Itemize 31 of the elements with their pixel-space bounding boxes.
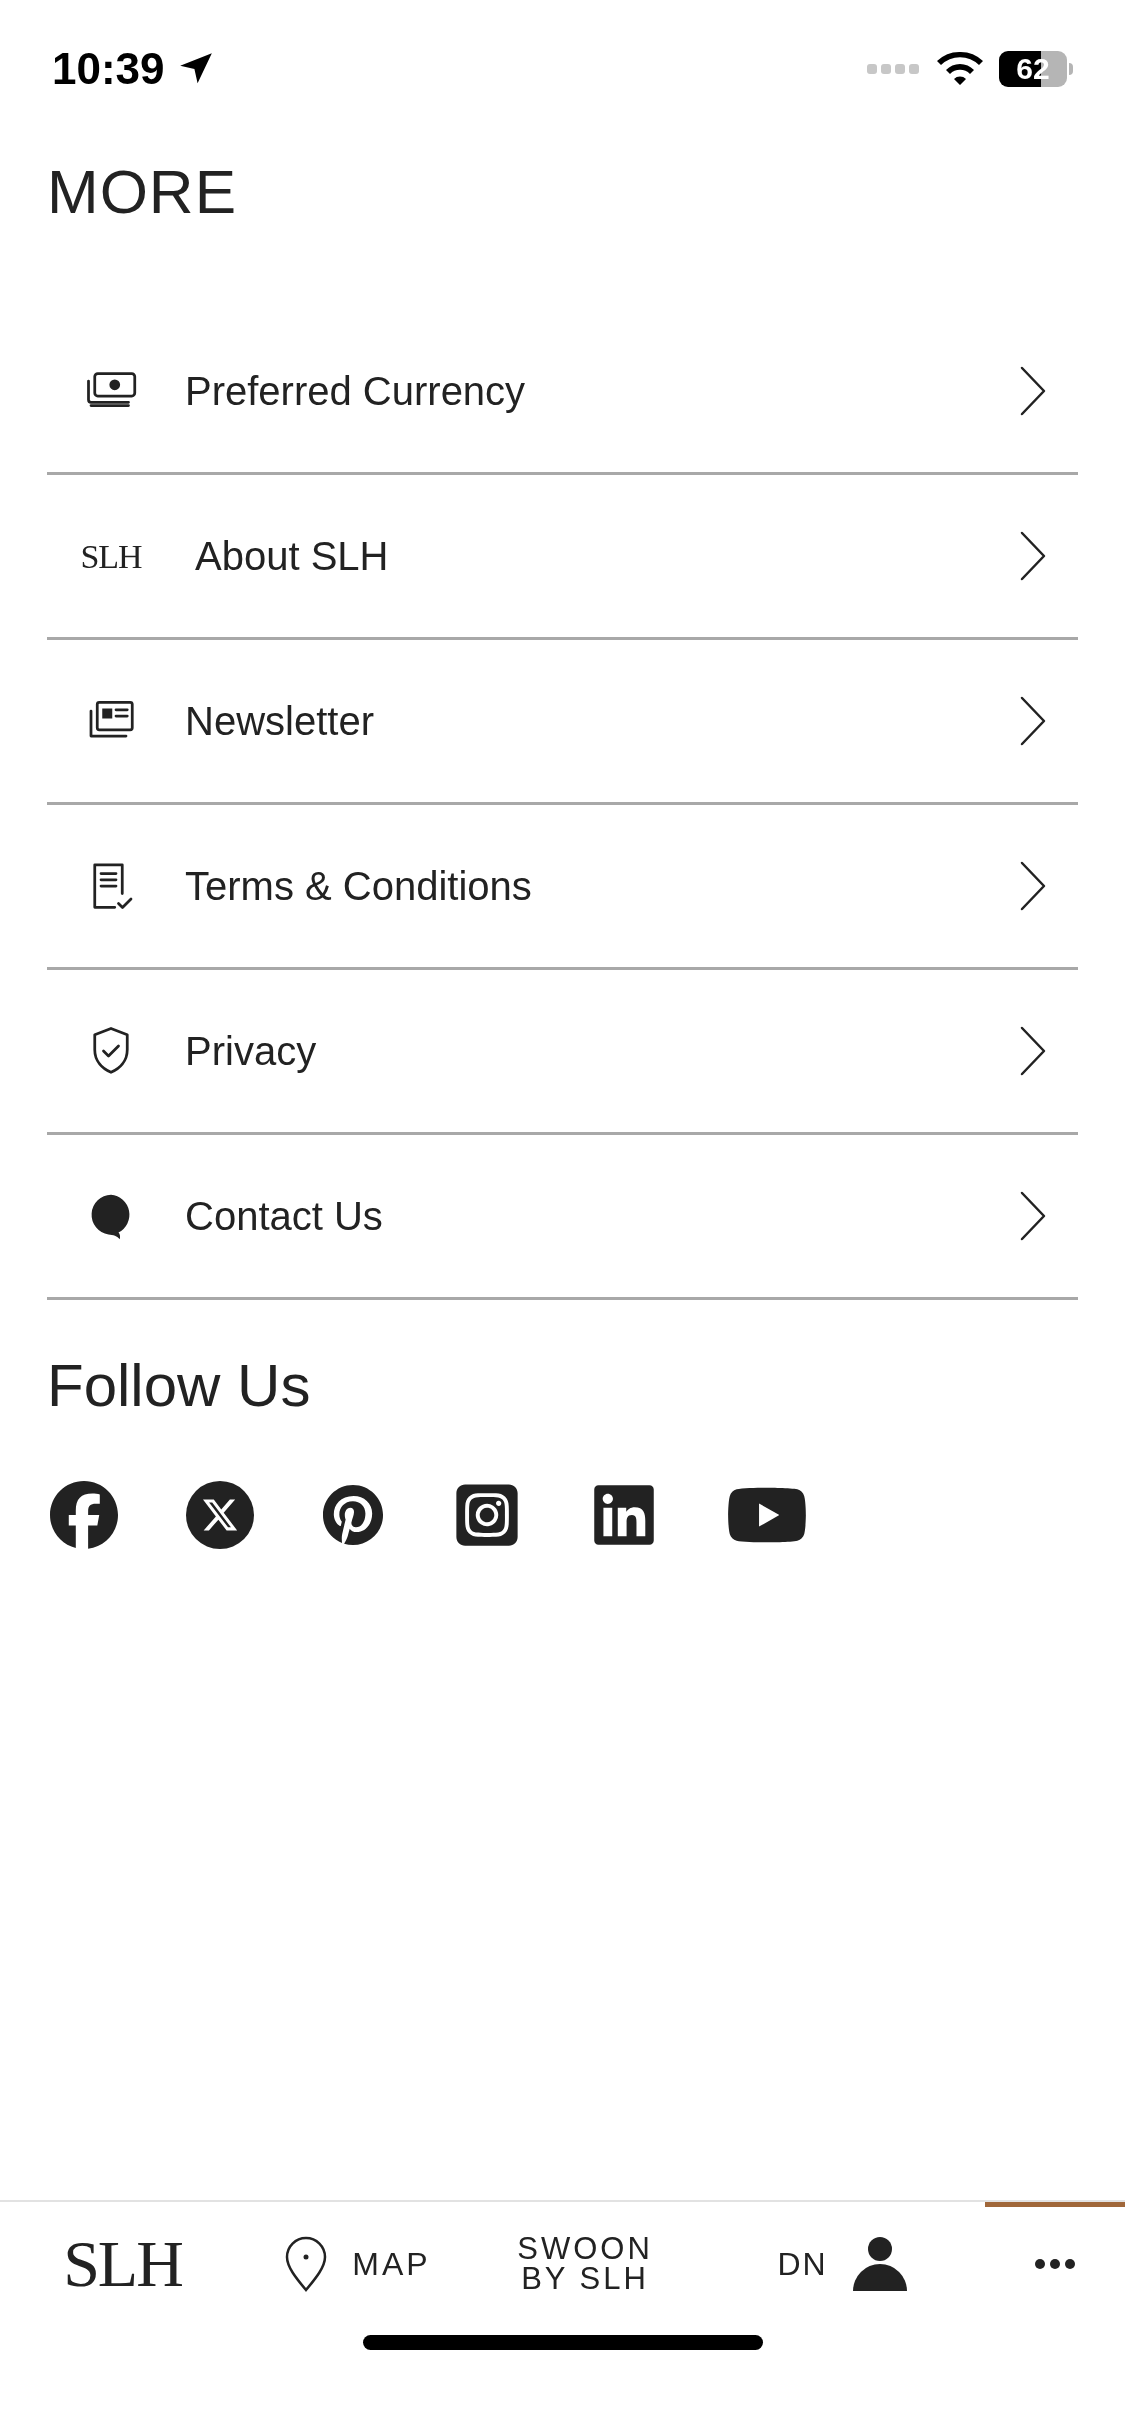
tab-bar-item[interactable]: DN xyxy=(700,2202,985,2320)
tab-label: SWOON BY SLH xyxy=(516,2233,654,2294)
chevron-right-icon xyxy=(1018,365,1048,417)
section-title: Follow Us xyxy=(46,1356,312,1416)
chevron-right-icon xyxy=(1018,1025,1048,1077)
menu-item[interactable]: Terms & Conditions xyxy=(47,805,1078,970)
facebook-icon[interactable] xyxy=(50,1481,118,1549)
chevron-right-icon xyxy=(1018,860,1048,912)
menu-item[interactable]: SLH About SLH xyxy=(47,475,1078,640)
map-pin-icon xyxy=(284,2234,329,2293)
menu-item[interactable]: Privacy xyxy=(47,970,1078,1135)
pinterest-icon[interactable] xyxy=(322,1484,384,1546)
tab-bar-item[interactable]: SLH xyxy=(0,2202,245,2320)
chevron-right-icon xyxy=(1018,530,1048,582)
more-icon xyxy=(1034,2257,1076,2270)
tab-label: MAP xyxy=(352,2244,431,2284)
brand-logo: SLH xyxy=(80,536,142,577)
brand-logo: SLH xyxy=(63,2226,182,2302)
signal-icon xyxy=(867,62,921,75)
chevron-right-icon xyxy=(1018,695,1048,747)
menu-item[interactable]: Preferred Currency xyxy=(47,310,1078,475)
chevron-right-icon xyxy=(1018,1190,1048,1242)
status-time: 10:39 xyxy=(52,42,165,95)
person-icon xyxy=(851,2235,908,2292)
menu-item[interactable]: Contact Us xyxy=(47,1135,1078,1300)
wifi-icon xyxy=(937,51,983,86)
tab-label: DN xyxy=(777,2244,828,2284)
tab-bar-item[interactable]: MAP xyxy=(245,2202,470,2320)
menu-item[interactable]: Newsletter xyxy=(47,640,1078,805)
tab-bar-item[interactable]: SWOON BY SLH xyxy=(470,2202,700,2320)
page-title: MORE xyxy=(46,161,238,223)
